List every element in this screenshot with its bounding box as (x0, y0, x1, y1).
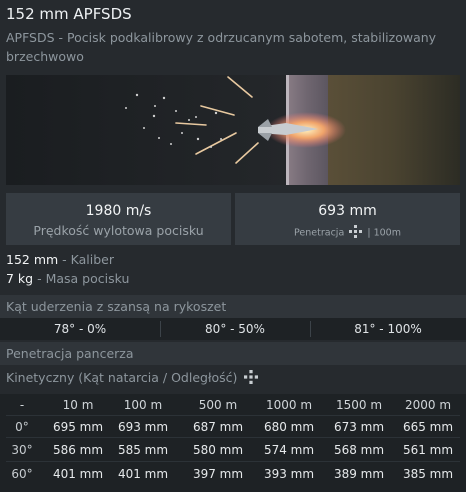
kinetic-label: Kinetyczny (Kąt natarcia / Odległość) (6, 370, 238, 385)
table-header-cell: 1500 m (335, 398, 383, 412)
table-header-row: - 10 m 100 m 500 m 1000 m 1500 m 2000 m (0, 394, 466, 416)
mass-label: - Masa pocisku (33, 271, 130, 286)
spec-mass: 7 kg - Masa pocisku (6, 271, 129, 286)
table-header-cell: 1000 m (265, 398, 313, 412)
penetration-label: Penetracja (294, 227, 345, 239)
ricochet-header: Kąt uderzenia z szansą na rykoszet (0, 295, 466, 318)
shell-type-abbr: APFSDS (6, 30, 55, 45)
caliber-value: 152 mm (6, 252, 59, 267)
table-cell: 586 mm (52, 443, 104, 457)
table-cell: 561 mm (402, 443, 454, 457)
table-cell: 693 mm (117, 420, 169, 434)
penetration-illustration (6, 75, 460, 185)
table-cell: 389 mm (333, 467, 385, 481)
table-cell: 680 mm (263, 420, 315, 434)
ricochet-cell: 78° - 0% (53, 322, 107, 336)
table-header-cell: 100 m (123, 398, 163, 412)
shell-title: 152 mm APFSDS (6, 5, 132, 23)
crosshair-target-icon (349, 225, 363, 241)
table-header-cell: - (19, 398, 25, 412)
ricochet-cell: 80° - 50% (205, 322, 265, 336)
muzzle-velocity-box: 1980 m/s Prędkość wylotowa pocisku (6, 193, 231, 245)
spec-caliber: 152 mm - Kaliber (6, 252, 114, 267)
table-cell: 401 mm (52, 467, 104, 481)
table-row: 60° 401 mm 401 mm 397 mm 393 mm 389 mm 3… (0, 463, 466, 485)
table-row: 30° 586 mm 585 mm 580 mm 574 mm 568 mm 5… (0, 439, 466, 461)
row-angle: 30° (11, 443, 33, 457)
table-cell: 568 mm (333, 443, 385, 457)
muzzle-velocity-label: Prędkość wylotowa pocisku (33, 223, 204, 238)
table-cell: 687 mm (192, 420, 244, 434)
shell-type-text: - Pocisk podkalibrowy z odrzucanym sabot… (6, 30, 437, 64)
table-cell: 673 mm (333, 420, 385, 434)
penetration-table: - 10 m 100 m 500 m 1000 m 1500 m 2000 m … (0, 394, 466, 492)
row-divider (6, 437, 460, 438)
table-header-cell: 10 m (62, 398, 94, 412)
table-cell: 695 mm (52, 420, 104, 434)
table-cell: 580 mm (192, 443, 244, 457)
mass-value: 7 kg (6, 271, 34, 286)
kinetic-label-row: Kinetyczny (Kąt natarcia / Odległość) (6, 370, 259, 387)
table-cell: 574 mm (263, 443, 315, 457)
table-header-cell: 500 m (198, 398, 238, 412)
penetration-box: 693 mm Penetracja | 100m (235, 193, 460, 245)
table-cell: 665 mm (402, 420, 454, 434)
row-angle: 60° (11, 467, 33, 481)
penetration-caption: Penetracja | 100m (235, 225, 460, 241)
shell-description: APFSDS - Pocisk podkalibrowy z odrzucany… (6, 28, 456, 66)
row-divider (6, 461, 460, 462)
shell-hit-image (6, 75, 460, 185)
ricochet-row: 78° - 0% 80° - 50% 81° - 100% (0, 318, 466, 340)
row-angle: 0° (15, 420, 29, 434)
table-cell: 585 mm (117, 443, 169, 457)
table-cell: 401 mm (117, 467, 169, 481)
armor-penetration-header: Penetracja pancerza (0, 342, 466, 365)
penetration-distance: | 100m (367, 227, 401, 239)
table-cell: 393 mm (263, 467, 315, 481)
ricochet-cell: 81° - 100% (354, 322, 422, 336)
table-row: 0° 695 mm 693 mm 687 mm 680 mm 673 mm 66… (0, 416, 466, 438)
table-header-cell: 2000 m (404, 398, 452, 412)
table-cell: 397 mm (192, 467, 244, 481)
crosshair-target-icon (244, 370, 259, 387)
caliber-label: - Kaliber (58, 252, 114, 267)
table-cell: 385 mm (402, 467, 454, 481)
muzzle-velocity-value: 1980 m/s (85, 203, 152, 219)
penetration-value: 693 mm (318, 203, 377, 219)
